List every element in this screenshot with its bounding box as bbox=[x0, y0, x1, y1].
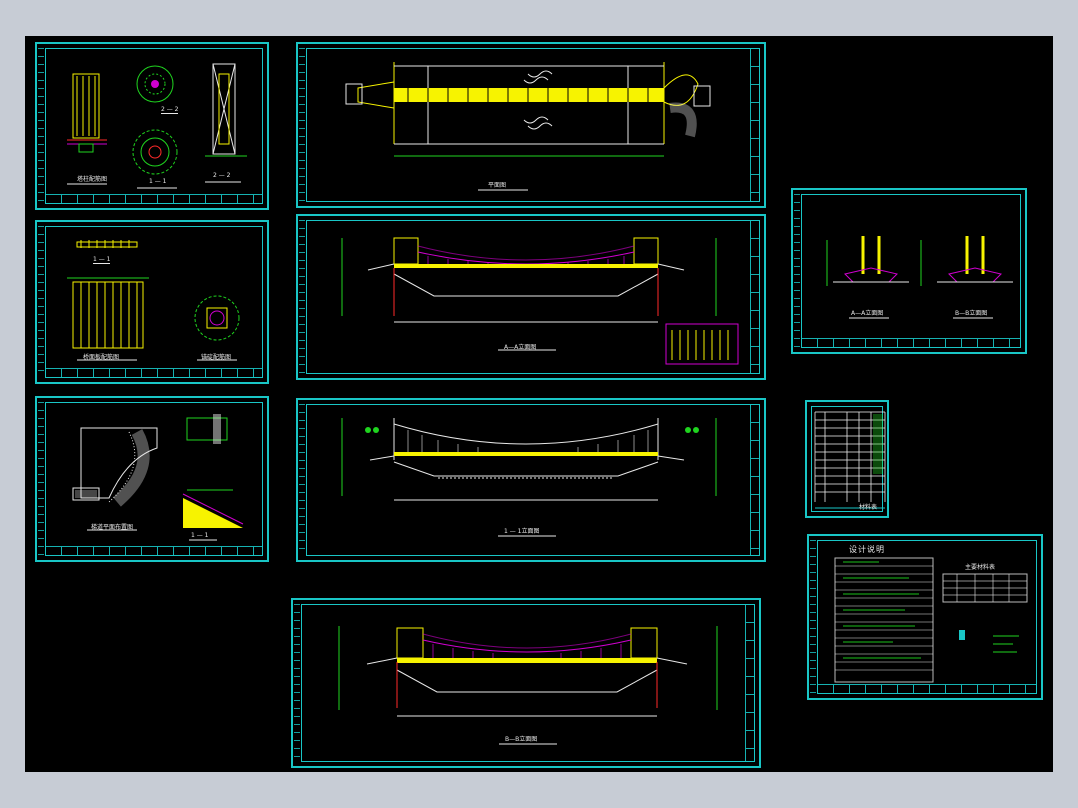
elevation-a-drawing bbox=[341, 237, 739, 365]
material-table-label: 材料表 bbox=[859, 504, 878, 511]
elevation-b-caption: B—B立面图 bbox=[505, 736, 538, 743]
sheet-elevation-a[interactable]: A—A立面图 bbox=[296, 214, 766, 380]
sheet-material-table[interactable]: 材料表 bbox=[805, 400, 889, 518]
sheet-elevation-1[interactable]: 1 — 1立面图 bbox=[296, 398, 766, 562]
sheet-deck-slab[interactable]: 1 — 1 桥面板配筋图 锚碇配筋图 bbox=[35, 220, 269, 384]
sheet-tower-sections[interactable]: A—A立面图 B—B立面图 bbox=[791, 188, 1027, 354]
deck-slab-caption: 桥面板配筋图 bbox=[83, 354, 120, 361]
design-notes-title: 设计说明 bbox=[849, 545, 885, 554]
stair-plan-caption: 梯道平面布置图 bbox=[91, 524, 134, 531]
section-a-caption: A—A立面图 bbox=[851, 310, 884, 317]
deck-slab-drawing bbox=[67, 240, 240, 361]
stair-section-caption: 1 — 1 bbox=[191, 532, 209, 539]
tower-sections-drawing bbox=[826, 236, 1013, 319]
view-label-2-2: 2 — 2 bbox=[161, 106, 179, 114]
design-notes-subtitle: 主要材料表 bbox=[965, 564, 996, 571]
sheet-plan-view[interactable]: 平面图 bbox=[296, 42, 766, 208]
elevation-b-drawing bbox=[338, 626, 718, 745]
plan-view-drawing bbox=[345, 62, 711, 191]
view-label-1-1: 1 — 1 bbox=[93, 256, 111, 264]
view-label-1-1: 1 — 1 bbox=[149, 178, 167, 185]
section-b-caption: B—B立面图 bbox=[955, 310, 988, 317]
stair-detail-drawing bbox=[72, 414, 244, 541]
elevation-1-drawing bbox=[341, 418, 717, 537]
plan-view-caption: 平面图 bbox=[488, 182, 507, 189]
sheet-design-notes[interactable]: 设计说明 主要材料表 bbox=[807, 534, 1043, 700]
elevation-a-caption: A—A立面图 bbox=[504, 344, 537, 351]
anchor-caption: 锚碇配筋图 bbox=[201, 354, 232, 361]
elevation-1-caption: 1 — 1立面图 bbox=[504, 528, 540, 535]
design-notes-body bbox=[834, 557, 1028, 683]
sheet-elevation-b[interactable]: B—B立面图 bbox=[291, 598, 761, 768]
pier-detail-caption: 塔柱配筋图 bbox=[77, 176, 108, 183]
sheet-stair-detail[interactable]: 梯道平面布置图 1 — 1 bbox=[35, 396, 269, 562]
sheet-pier-detail[interactable]: 2 — 2 1 — 1 2 — 2 塔柱配筋图 bbox=[35, 42, 269, 210]
material-table-grid bbox=[814, 411, 886, 509]
cad-model-space[interactable]: 2 — 2 1 — 1 2 — 2 塔柱配筋图 1 — 1 桥面板配筋图 锚碇配… bbox=[25, 36, 1053, 772]
pier-detail-drawing bbox=[67, 63, 247, 189]
view-label-2-2-right: 2 — 2 bbox=[213, 172, 231, 179]
